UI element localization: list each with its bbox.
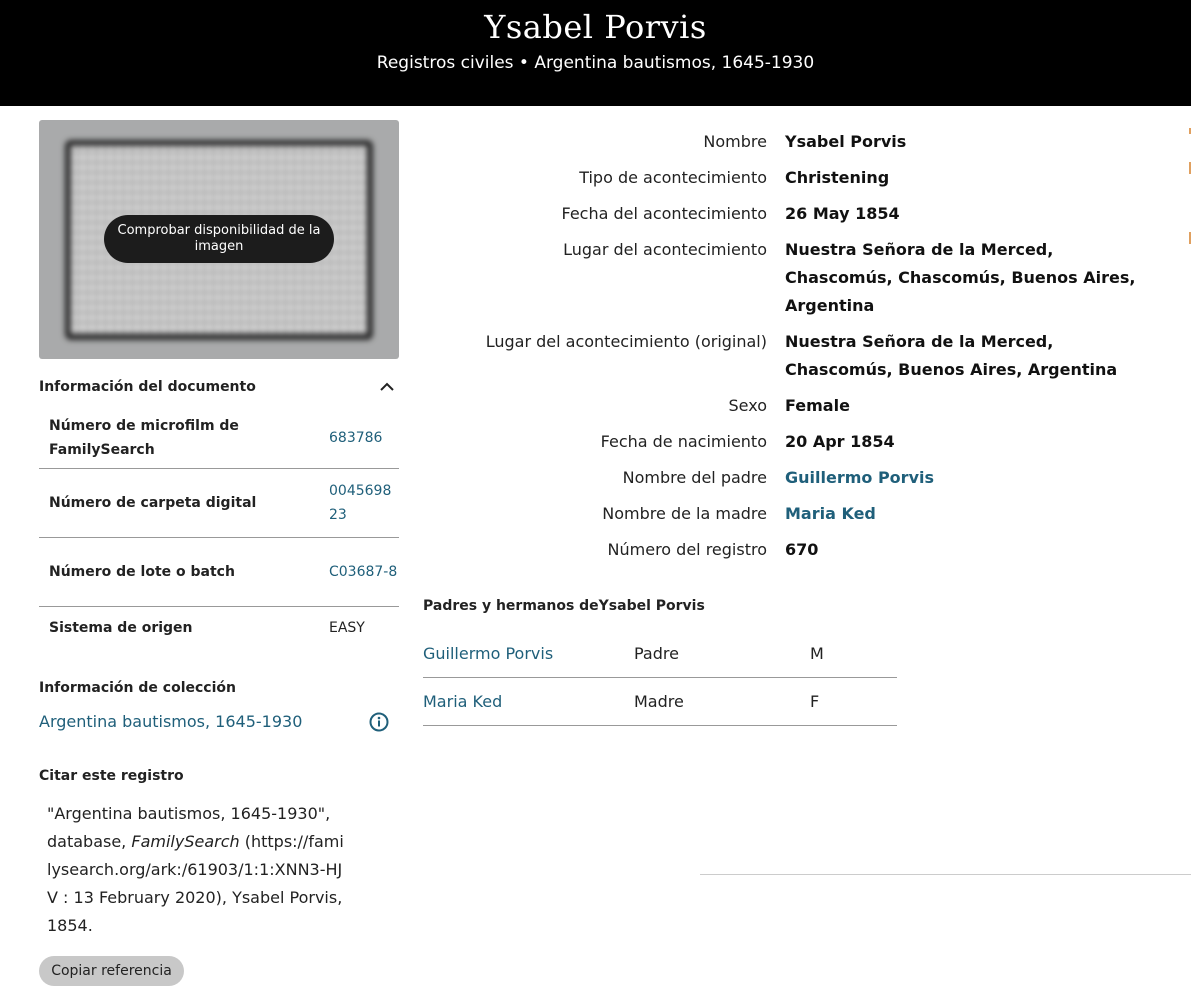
document-info-table: Número de microfilm de FamilySearch 6837… bbox=[39, 408, 399, 649]
fact-row: Fecha de nacimiento 20 Apr 1854 bbox=[430, 428, 1170, 456]
digital-folder-number-link[interactable]: 004569823 bbox=[329, 479, 399, 527]
fact-label: Número del registro bbox=[607, 540, 767, 559]
doc-row-microfilm: Número de microfilm de FamilySearch 6837… bbox=[39, 408, 399, 469]
check-image-availability-button[interactable]: Comprobar disponibilidad de la imagen bbox=[104, 215, 334, 263]
side-panel-edge bbox=[1189, 128, 1191, 244]
family-relation: Madre bbox=[634, 692, 684, 711]
fact-value: Nuestra Señora de la Merced, Chascomús, … bbox=[785, 332, 1118, 379]
fact-value: 26 May 1854 bbox=[785, 204, 900, 223]
fact-value: 670 bbox=[785, 540, 819, 559]
family-member-link[interactable]: Guillermo Porvis bbox=[423, 644, 634, 663]
family-row: Maria Ked Madre F bbox=[423, 678, 897, 726]
fact-label: Tipo de acontecimiento bbox=[579, 168, 767, 187]
fact-value: Ysabel Porvis bbox=[785, 132, 907, 151]
family-table: Guillermo Porvis Padre M Maria Ked Madre… bbox=[423, 630, 897, 726]
fact-value: 20 Apr 1854 bbox=[785, 432, 895, 451]
source-system-value: EASY bbox=[329, 620, 365, 636]
fact-row: Lugar del acontecimiento (original) Nues… bbox=[430, 328, 1170, 384]
doc-row-label: Número de carpeta digital bbox=[49, 495, 257, 511]
record-facts: Nombre Ysabel Porvis Tipo de acontecimie… bbox=[430, 128, 1170, 572]
citation-text: "Argentina bautismos, 1645-1930", databa… bbox=[47, 800, 347, 940]
document-info-heading: Información del documento bbox=[39, 379, 256, 395]
doc-row-label: Sistema de origen bbox=[49, 620, 193, 636]
family-row: Guillermo Porvis Padre M bbox=[423, 630, 897, 678]
fact-row: Tipo de acontecimiento Christening bbox=[430, 164, 1170, 192]
fact-row: Nombre Ysabel Porvis bbox=[430, 128, 1170, 156]
content-divider bbox=[700, 874, 1191, 875]
fact-label: Fecha del acontecimiento bbox=[561, 204, 768, 223]
page-header: Ysabel Porvis Registros civiles • Argent… bbox=[0, 0, 1191, 106]
fact-label: Nombre bbox=[703, 132, 767, 151]
fact-row: Nombre de la madre Maria Ked bbox=[430, 500, 1170, 528]
fact-label: Sexo bbox=[728, 396, 767, 415]
microfilm-number-link[interactable]: 683786 bbox=[329, 426, 399, 450]
family-heading: Padres y hermanos deYsabel Porvis bbox=[423, 598, 705, 614]
family-relation: Padre bbox=[634, 644, 679, 663]
mother-name-link[interactable]: Maria Ked bbox=[785, 500, 1155, 528]
chevron-up-icon[interactable] bbox=[378, 378, 396, 396]
fact-row: Lugar del acontecimiento Nuestra Señora … bbox=[430, 236, 1170, 320]
father-name-link[interactable]: Guillermo Porvis bbox=[785, 464, 1155, 492]
collection-info-heading: Información de colección bbox=[39, 680, 236, 696]
family-sex: M bbox=[810, 644, 824, 663]
doc-row-label: Número de microfilm de FamilySearch bbox=[49, 418, 239, 458]
citation-heading: Citar este registro bbox=[39, 768, 184, 784]
fact-label: Fecha de nacimiento bbox=[600, 432, 767, 451]
fact-label: Nombre del padre bbox=[622, 468, 767, 487]
fact-label: Lugar del acontecimiento bbox=[563, 240, 767, 259]
doc-row-label: Número de lote o batch bbox=[49, 564, 235, 580]
page-title: Ysabel Porvis bbox=[484, 8, 707, 46]
copy-citation-button[interactable]: Copiar referencia bbox=[39, 956, 184, 986]
fact-value: Female bbox=[785, 396, 850, 415]
page-subtitle: Registros civiles • Argentina bautismos,… bbox=[376, 53, 815, 73]
batch-number-link[interactable]: C03687-8 bbox=[329, 560, 399, 584]
fact-value: Christening bbox=[785, 168, 890, 187]
doc-row-batch: Número de lote o batch C03687-8 bbox=[39, 538, 399, 607]
doc-row-digital-folder: Número de carpeta digital 004569823 bbox=[39, 469, 399, 538]
fact-row: Fecha del acontecimiento 26 May 1854 bbox=[430, 200, 1170, 228]
doc-row-source-system: Sistema de origen EASY bbox=[39, 607, 399, 649]
fact-row: Sexo Female bbox=[430, 392, 1170, 420]
info-icon[interactable] bbox=[369, 712, 389, 732]
record-image-thumbnail[interactable]: Comprobar disponibilidad de la imagen bbox=[39, 120, 399, 359]
collection-link[interactable]: Argentina bautismos, 1645-1930 bbox=[39, 712, 302, 731]
fact-label: Lugar del acontecimiento (original) bbox=[485, 332, 767, 351]
fact-label: Nombre de la madre bbox=[602, 504, 767, 523]
fact-row: Número del registro 670 bbox=[430, 536, 1170, 564]
family-member-link[interactable]: Maria Ked bbox=[423, 692, 634, 711]
fact-value: Nuestra Señora de la Merced, Chascomús, … bbox=[785, 240, 1136, 315]
citation-source-italic: FamilySearch bbox=[131, 832, 240, 851]
fact-row: Nombre del padre Guillermo Porvis bbox=[430, 464, 1170, 492]
family-sex: F bbox=[810, 692, 820, 711]
